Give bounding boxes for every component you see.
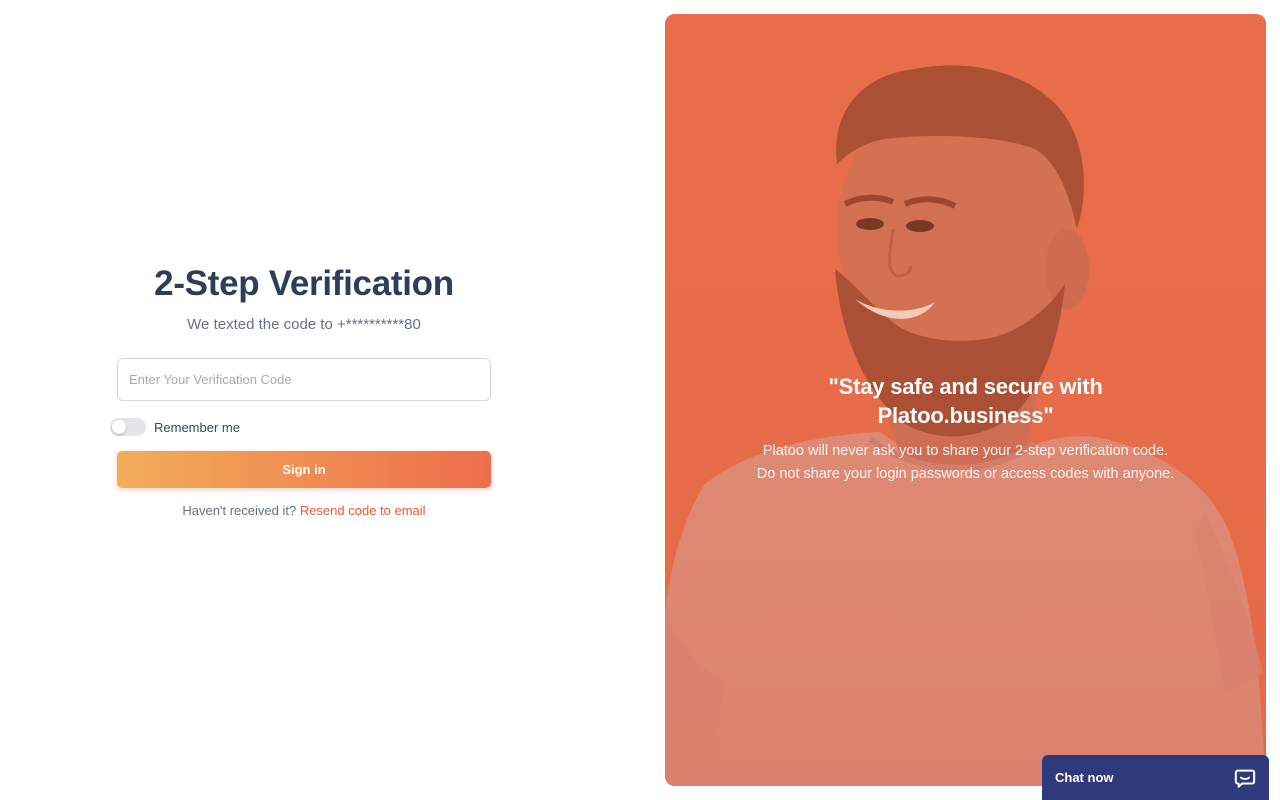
chat-now-button[interactable]: Chat now — [1042, 755, 1269, 800]
promo-quote-line-2: Platoo.business" — [877, 403, 1054, 428]
promo-quote: "Stay safe and secure with Platoo.busine… — [665, 372, 1266, 430]
promo-info-line-2: Do not share your login passwords or acc… — [756, 466, 1175, 482]
resend-code-link[interactable]: Resend code to email — [300, 503, 426, 518]
resend-prompt: Haven't received it? — [182, 503, 297, 518]
sign-in-button[interactable]: Sign in — [117, 451, 491, 488]
login-panel: 2-Step Verification We texted the code t… — [0, 0, 608, 800]
toggle-knob — [112, 420, 126, 434]
promo-info: Platoo will never ask you to share your … — [665, 440, 1266, 486]
resend-row: Haven't received it? Resend code to emai… — [0, 503, 608, 518]
remember-me-toggle[interactable] — [110, 418, 146, 436]
code-sent-message: We texted the code to +**********80 — [187, 316, 421, 333]
remember-me-label: Remember me — [154, 419, 240, 435]
remember-me-row: Remember me — [110, 417, 240, 437]
chat-now-label: Chat now — [1055, 770, 1114, 785]
promo-panel: "Stay safe and secure with Platoo.busine… — [665, 14, 1266, 786]
promo-quote-line-1: "Stay safe and secure with — [828, 374, 1103, 399]
chat-bubble-icon — [1234, 769, 1256, 788]
promo-info-line-1: Platoo will never ask you to share your … — [762, 443, 1169, 459]
verification-code-input[interactable] — [117, 358, 491, 401]
page-title: 2-Step Verification — [154, 264, 454, 303]
